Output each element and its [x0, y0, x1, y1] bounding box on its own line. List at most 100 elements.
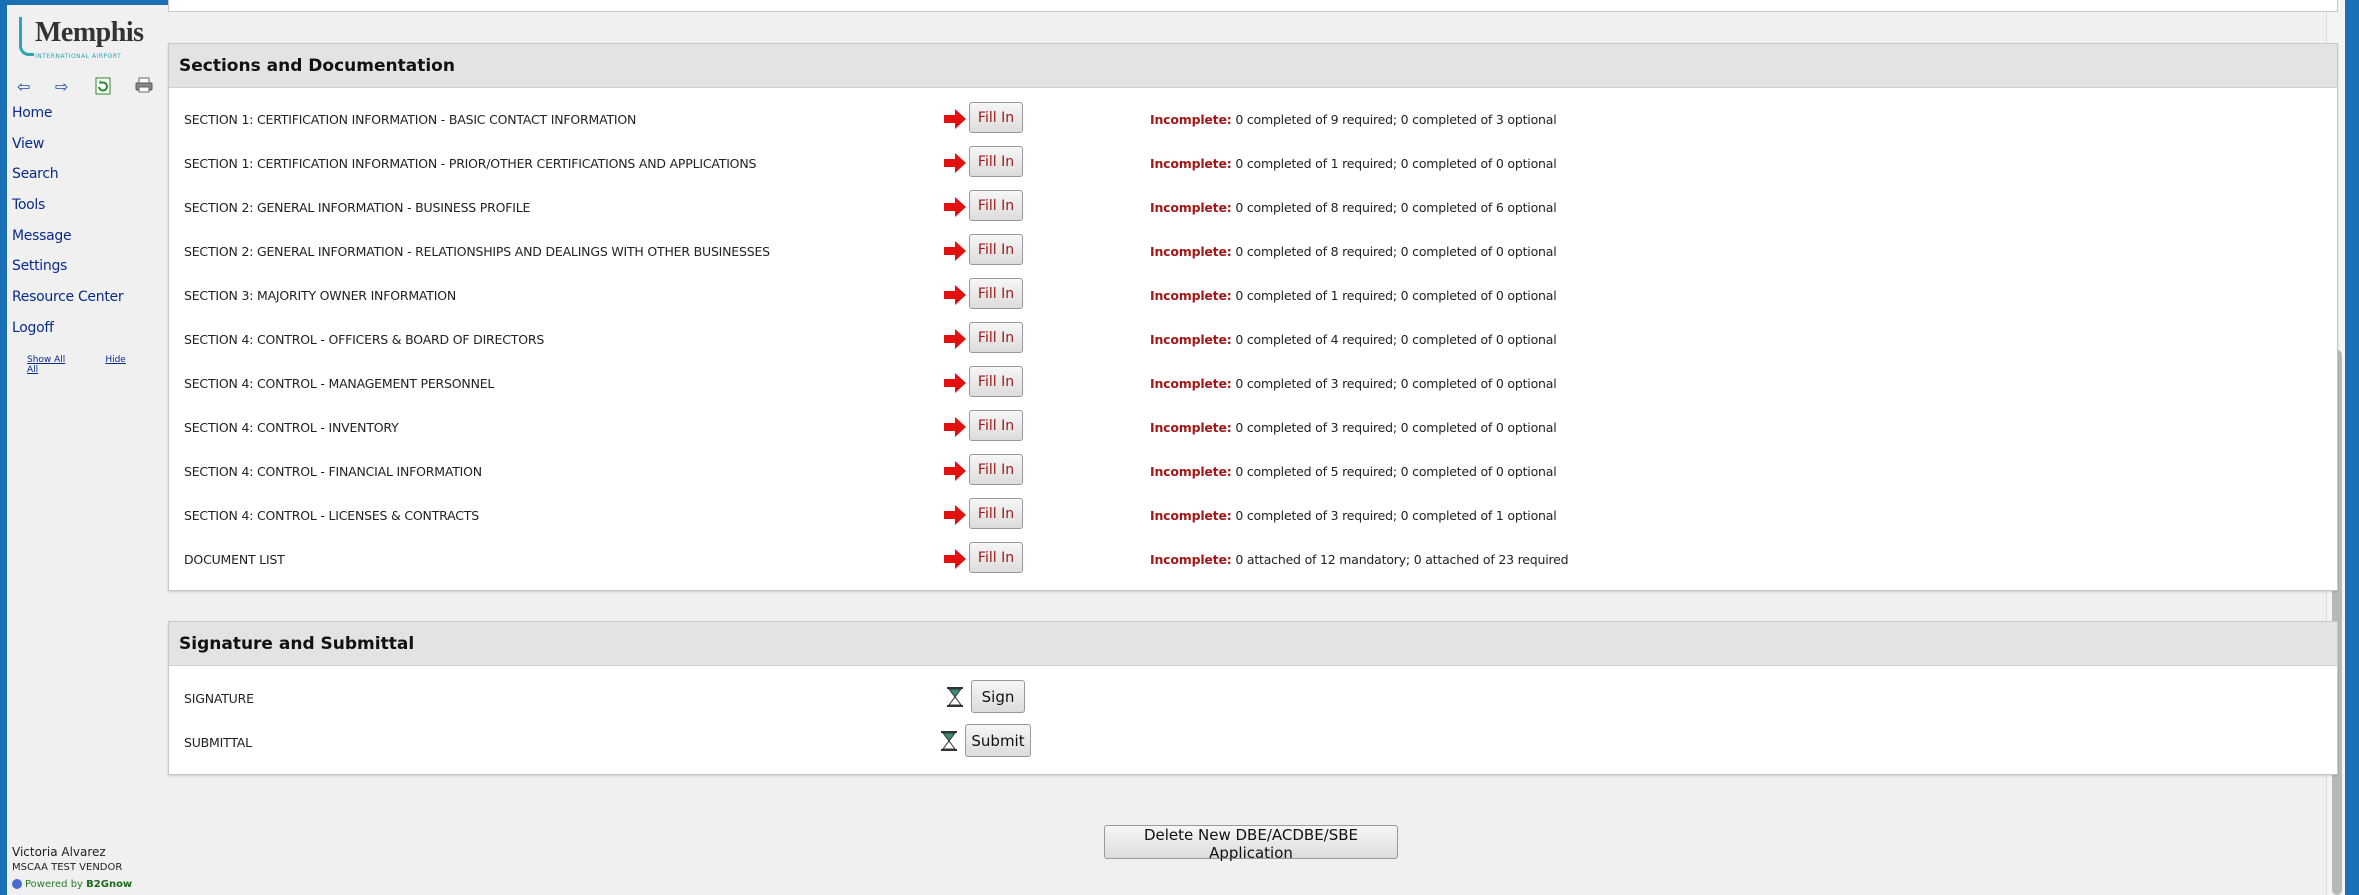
red-arrow-icon — [944, 197, 966, 217]
status-detail: 0 completed of 3 required; 0 completed o… — [1235, 420, 1557, 435]
nav-item-home[interactable]: Home — [12, 105, 123, 136]
section-row: SECTION 4: CONTROL - LICENSES & CONTRACT… — [169, 492, 2337, 536]
back-arrow-icon[interactable]: ⇦ — [17, 77, 30, 97]
fill-in-button[interactable]: Fill In — [969, 454, 1023, 485]
logo[interactable]: Memphis INTERNATIONAL AIRPORT — [17, 13, 144, 61]
section-status: Incomplete: 0 completed of 8 required; 0… — [1150, 244, 1557, 259]
show-hide-links: Show All Hide All — [27, 355, 159, 375]
delete-application-button[interactable]: Delete New DBE/ACDBE/SBE Application — [1104, 825, 1398, 862]
logo-subtitle: INTERNATIONAL AIRPORT — [35, 53, 122, 60]
globe-icon — [12, 879, 22, 889]
signature-panel-title: Signature and Submittal — [179, 634, 415, 654]
section-label: SECTION 4: CONTROL - OFFICERS & BOARD OF… — [184, 332, 545, 347]
red-arrow-icon — [944, 461, 966, 481]
status-detail: 0 attached of 12 mandatory; 0 attached o… — [1235, 552, 1569, 567]
toolbar: ⇦ ⇨ — [17, 77, 157, 99]
section-label: DOCUMENT LIST — [184, 552, 285, 567]
fill-in-button[interactable]: Fill In — [969, 234, 1023, 265]
sections-panel: Sections and Documentation SECTION 1: CE… — [168, 43, 2338, 591]
section-row: SECTION 4: CONTROL - OFFICERS & BOARD OF… — [169, 316, 2337, 360]
status-detail: 0 completed of 3 required; 0 completed o… — [1235, 376, 1557, 391]
section-status: Incomplete: 0 completed of 3 required; 0… — [1150, 376, 1557, 391]
fill-in-button[interactable]: Fill In — [969, 190, 1023, 221]
fill-in-button[interactable]: Fill In — [969, 410, 1023, 441]
user-info: Victoria Alvarez MSCAA TEST VENDOR Power… — [12, 845, 132, 890]
section-row: SECTION 4: CONTROL - INVENTORY Fill In Inc… — [169, 404, 2337, 448]
nav-item-tools[interactable]: Tools — [12, 197, 123, 228]
window-right-border — [2345, 0, 2359, 895]
sections-panel-title: Sections and Documentation — [179, 56, 455, 76]
fill-in-button[interactable]: Fill In — [969, 498, 1023, 529]
section-label: SECTION 4: CONTROL - FINANCIAL INFORMATI… — [184, 464, 482, 479]
fill-in-button[interactable]: Fill In — [969, 146, 1023, 177]
nav-item-view[interactable]: View — [12, 136, 123, 167]
section-status: Incomplete: 0 attached of 12 mandatory; … — [1150, 552, 1569, 567]
incomplete-label: Incomplete: — [1150, 420, 1232, 435]
red-arrow-icon — [944, 241, 966, 261]
status-detail: 0 completed of 4 required; 0 completed o… — [1235, 332, 1557, 347]
user-name: Victoria Alvarez — [12, 845, 106, 859]
powered-by[interactable]: Powered by B2Gnow — [12, 879, 132, 890]
section-status: Incomplete: 0 completed of 5 required; 0… — [1150, 464, 1557, 479]
red-arrow-icon — [944, 549, 966, 569]
status-detail: 0 completed of 9 required; 0 completed o… — [1235, 112, 1557, 127]
section-label: SECTION 3: MAJORITY OWNER INFORMATION — [184, 288, 456, 303]
section-row: SECTION 1: CERTIFICATION INFORMATION - P… — [169, 140, 2337, 184]
status-detail: 0 completed of 1 required; 0 completed o… — [1235, 156, 1557, 171]
nav-item-logoff[interactable]: Logoff — [12, 320, 123, 351]
section-label: SECTION 2: GENERAL INFORMATION - RELATIO… — [184, 244, 770, 259]
print-icon[interactable] — [135, 77, 153, 98]
red-arrow-icon — [944, 505, 966, 525]
incomplete-label: Incomplete: — [1150, 156, 1232, 171]
fill-in-button[interactable]: Fill In — [969, 278, 1023, 309]
fill-in-button[interactable]: Fill In — [969, 366, 1023, 397]
section-status: Incomplete: 0 completed of 8 required; 0… — [1150, 200, 1557, 215]
section-label: SECTION 4: CONTROL - MANAGEMENT PERSONNE… — [184, 376, 495, 391]
status-detail: 0 completed of 8 required; 0 completed o… — [1235, 200, 1557, 215]
section-label: SECTION 1: CERTIFICATION INFORMATION - B… — [184, 112, 637, 127]
red-arrow-icon — [944, 373, 966, 393]
section-row: SECTION 2: GENERAL INFORMATION - RELATIO… — [169, 228, 2337, 272]
fill-in-button[interactable]: Fill In — [969, 542, 1023, 573]
submittal-label: SUBMITTAL — [184, 735, 252, 750]
section-row: SECTION 2: GENERAL INFORMATION - BUSINES… — [169, 184, 2337, 228]
forward-arrow-icon[interactable]: ⇨ — [55, 77, 68, 97]
section-row: SECTION 4: CONTROL - FINANCIAL INFORMATI… — [169, 448, 2337, 492]
section-row: SECTION 4: CONTROL - MANAGEMENT PERSONNE… — [169, 360, 2337, 404]
fill-in-button[interactable]: Fill In — [969, 322, 1023, 353]
section-status: Incomplete: 0 completed of 1 required; 0… — [1150, 288, 1557, 303]
red-arrow-icon — [944, 109, 966, 129]
red-arrow-icon — [944, 285, 966, 305]
previous-panel-edge — [168, 0, 2338, 12]
submit-button[interactable]: Submit — [965, 724, 1031, 757]
incomplete-label: Incomplete: — [1150, 244, 1232, 259]
incomplete-label: Incomplete: — [1150, 288, 1232, 303]
sign-button[interactable]: Sign — [971, 680, 1025, 713]
logo-mark-icon — [19, 17, 34, 56]
nav-menu: Home View Search Tools Message Settings … — [12, 105, 124, 351]
nav-item-settings[interactable]: Settings — [12, 258, 123, 289]
signature-panel: Signature and Submittal SIGNATURE Sign S… — [168, 621, 2338, 775]
incomplete-label: Incomplete: — [1150, 376, 1232, 391]
signature-row: SIGNATURE Sign — [169, 675, 2337, 719]
show-all-link[interactable]: Show All — [27, 355, 65, 365]
section-label: SECTION 1: CERTIFICATION INFORMATION - P… — [184, 156, 757, 171]
red-arrow-icon — [944, 417, 966, 437]
logo-text: Memphis — [35, 17, 144, 48]
nav-item-resource-center[interactable]: Resource Center — [12, 289, 124, 320]
incomplete-label: Incomplete: — [1150, 200, 1232, 215]
powered-brand: B2Gnow — [86, 879, 133, 890]
section-status: Incomplete: 0 completed of 1 required; 0… — [1150, 156, 1557, 171]
sidebar: Memphis INTERNATIONAL AIRPORT ⇦ ⇨ Home V… — [7, 5, 159, 895]
hourglass-icon — [947, 687, 963, 707]
incomplete-label: Incomplete: — [1150, 332, 1232, 347]
signature-panel-header: Signature and Submittal — [169, 622, 2337, 666]
incomplete-label: Incomplete: — [1150, 552, 1232, 567]
window-left-border — [0, 0, 7, 895]
section-row: DOCUMENT LIST Fill In Incomplete: 0 attach… — [169, 536, 2337, 580]
nav-item-message[interactable]: Message — [12, 228, 123, 259]
status-detail: 0 completed of 1 required; 0 completed o… — [1235, 288, 1557, 303]
fill-in-button[interactable]: Fill In — [969, 102, 1023, 133]
nav-item-search[interactable]: Search — [12, 166, 123, 197]
refresh-icon[interactable] — [95, 77, 111, 100]
